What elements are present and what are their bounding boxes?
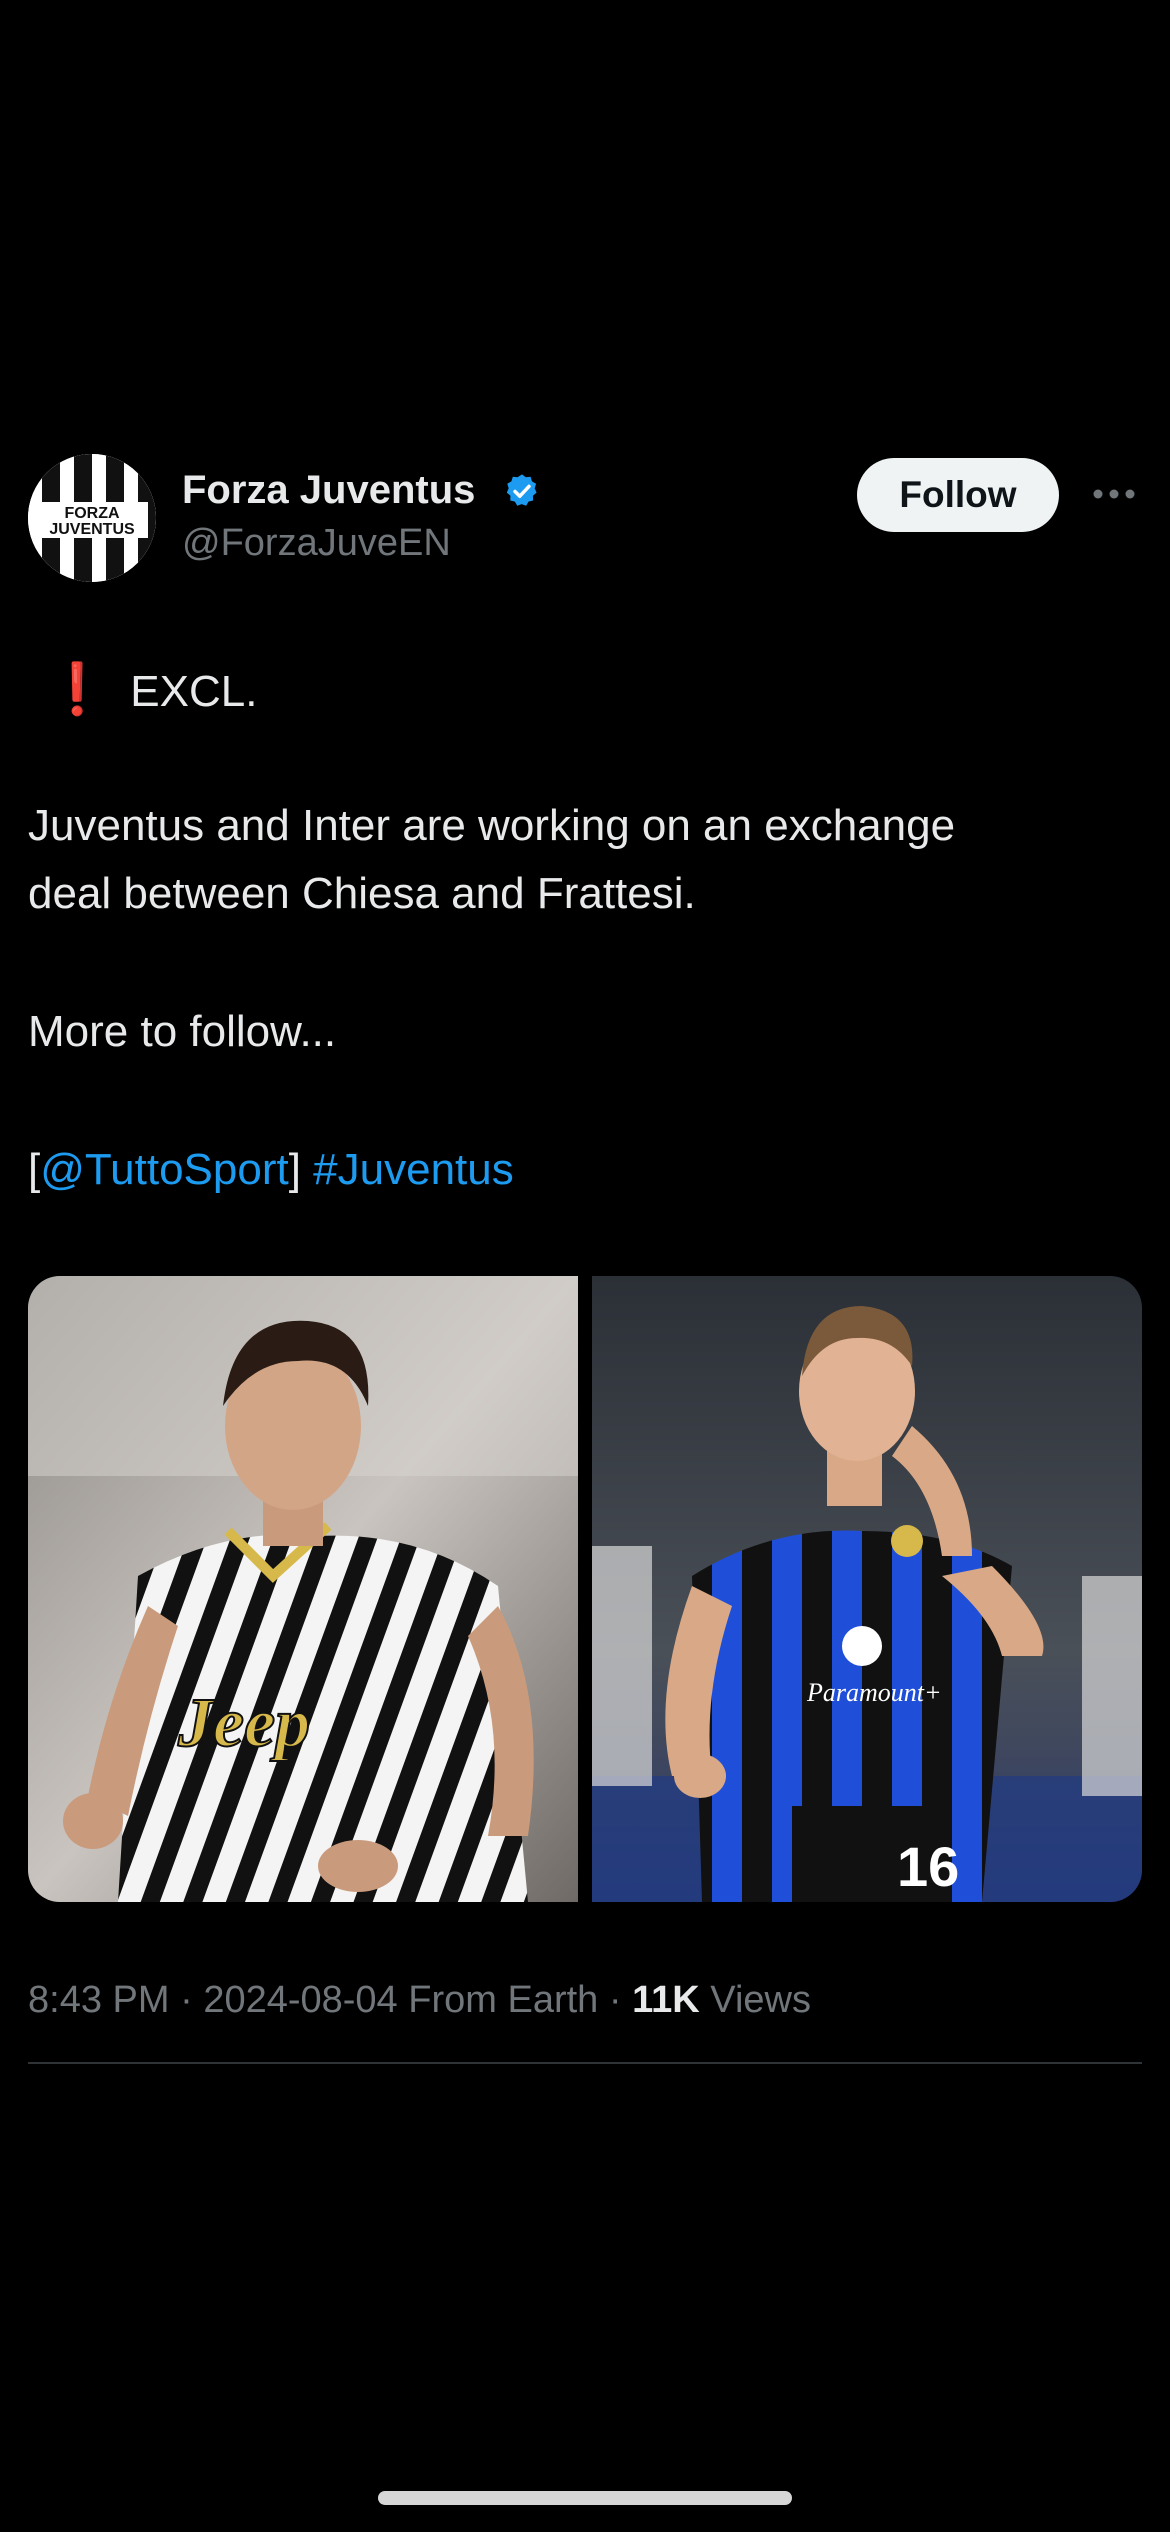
handle[interactable]: @ForzaJuveEN — [182, 520, 451, 566]
shirt-sponsor-text: Jeep — [177, 1685, 310, 1762]
avatar-logo-icon: FORZA JUVENTUS — [28, 454, 156, 582]
follow-button[interactable]: Follow — [857, 458, 1059, 532]
tweet-source: From Earth — [408, 1979, 599, 2021]
views-count[interactable]: 11K — [632, 1979, 700, 2021]
mention-link[interactable]: @TuttoSport — [40, 1145, 288, 1194]
bracket-open: [ — [28, 1145, 41, 1194]
tweet-text-line: deal between Chiesa and Frattesi. — [28, 869, 696, 918]
tweet-text-source-line: [@TuttoSport] #Juventus — [28, 1136, 1138, 1204]
meta-separator: · — [608, 1979, 622, 2021]
avatar[interactable]: FORZA JUVENTUS — [28, 454, 156, 582]
display-name[interactable]: Forza Juventus — [182, 466, 475, 514]
tweet-text-line: Juventus and Inter are working on an exc… — [28, 801, 956, 850]
avatar-text-line1: FORZA — [64, 505, 120, 522]
verified-badge-icon — [506, 474, 537, 506]
avatar-text-line2: JUVENTUS — [49, 521, 135, 538]
tweet-text-line: More to follow... — [28, 1007, 337, 1056]
player-photo-inter: 16 Paramount+ — [592, 1276, 1142, 1902]
tweet-detail: FORZA JUVENTUS Forza Juventus @ForzaJuve… — [0, 0, 1170, 2532]
meta-separator: · — [180, 1979, 193, 2021]
views-label[interactable]: Views — [710, 1979, 811, 2021]
media-image-left[interactable]: Jeep — [28, 1276, 578, 1902]
bracket-close: ] — [288, 1145, 301, 1194]
exclamation-icon: ❗ — [46, 661, 109, 717]
home-indicator[interactable] — [378, 2491, 792, 2505]
tweet-text-line-excl: ❗ EXCL. — [28, 655, 1138, 726]
media-grid: Jeep 16 Paramount+ — [28, 1276, 1142, 1902]
shirt-number-text: 16 — [897, 1835, 959, 1898]
media-image-right[interactable]: 16 Paramount+ — [592, 1276, 1142, 1902]
excl-label: EXCL. — [130, 667, 258, 716]
more-horizontal-icon[interactable] — [1090, 474, 1138, 514]
player-photo-juventus: Jeep — [28, 1276, 578, 1902]
tweet-date: 2024-08-04 — [203, 1979, 398, 2021]
tweet-meta: 8:43 PM · 2024-08-04 From Earth · 11K Vi… — [28, 1972, 811, 2028]
divider — [28, 2062, 1142, 2064]
shirt-sponsor-text: Paramount+ — [806, 1678, 942, 1707]
tweet-time: 8:43 PM — [28, 1979, 170, 2021]
hashtag-link[interactable]: #Juventus — [313, 1145, 514, 1194]
